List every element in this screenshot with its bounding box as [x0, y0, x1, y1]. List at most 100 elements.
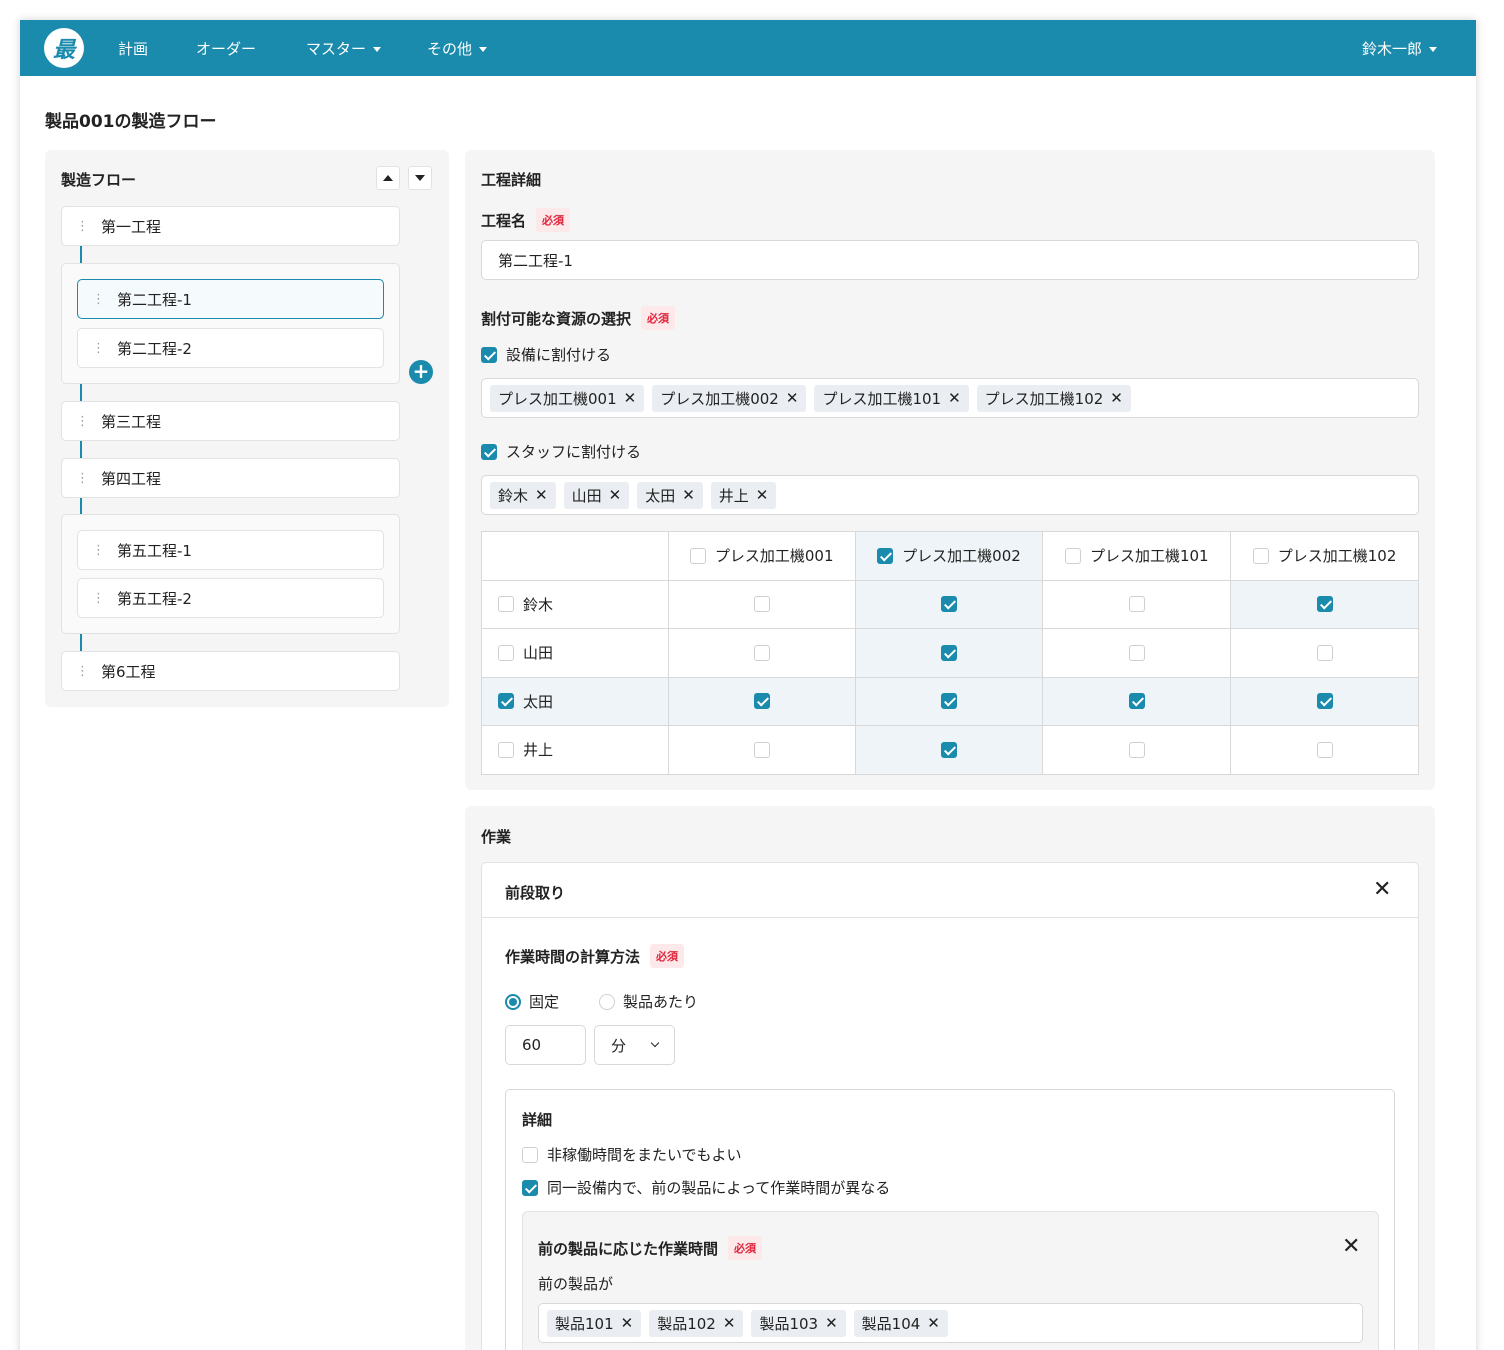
remove-icon[interactable]: ✕ [723, 1314, 736, 1332]
nonworking-checkbox[interactable]: 非稼働時間をまたいでもよい [522, 1144, 742, 1165]
checkbox-checked[interactable] [940, 596, 957, 613]
drag-handle-icon[interactable]: ⋮ [92, 591, 105, 606]
checkbox-checked[interactable] [1128, 693, 1145, 710]
app-logo[interactable]: 最 [44, 28, 84, 68]
staff-multiselect[interactable]: 鈴木 ✕ 山田 ✕ 太田 ✕ 井上 ✕ [481, 475, 1419, 515]
user-menu[interactable]: 鈴木一郎 [1362, 38, 1438, 59]
checkbox-checked[interactable] [940, 741, 957, 758]
drag-handle-icon[interactable]: ⋮ [92, 341, 105, 356]
flow-step[interactable]: ⋮ 第一工程 [61, 206, 400, 246]
matrix-cell[interactable] [854, 628, 1044, 678]
matrix-cell[interactable] [1230, 676, 1419, 726]
matrix-row-header[interactable]: 山田 [481, 628, 669, 678]
remove-icon[interactable]: ✕ [609, 486, 622, 504]
flow-step[interactable]: ⋮ 第五工程-1 [77, 530, 384, 570]
checkbox-checked[interactable] [522, 1179, 538, 1196]
checkbox-unchecked[interactable] [1316, 644, 1333, 661]
matrix-cell[interactable] [1042, 725, 1232, 775]
remove-icon[interactable]: ✕ [1110, 389, 1123, 407]
same-equipment-checkbox[interactable]: 同一設備内で、前の製品によって作業時間が異なる [522, 1177, 890, 1198]
checkbox-checked[interactable] [940, 693, 957, 710]
matrix-row-header[interactable]: 太田 [481, 676, 669, 726]
add-step-button[interactable]: + [409, 360, 433, 384]
matrix-cell[interactable] [854, 676, 1044, 726]
unit-select[interactable]: 分 [594, 1025, 675, 1065]
checkbox-checked[interactable] [877, 547, 894, 564]
checkbox-checked[interactable] [498, 693, 514, 710]
checkbox-checked[interactable] [940, 644, 957, 661]
matrix-col-header[interactable]: プレス加工機101 [1042, 531, 1232, 581]
radio-selected[interactable] [505, 993, 521, 1010]
checkbox-unchecked[interactable] [753, 596, 770, 613]
checkbox-checked[interactable] [753, 693, 770, 710]
nav-item-other[interactable]: その他 [427, 38, 488, 59]
flow-step-selected[interactable]: ⋮ 第二工程-1 [77, 279, 384, 319]
drag-handle-icon[interactable]: ⋮ [76, 664, 89, 679]
checkbox-unchecked[interactable] [1128, 596, 1145, 613]
matrix-cell[interactable] [667, 628, 856, 678]
checkbox-unchecked[interactable] [498, 596, 514, 613]
drag-handle-icon[interactable]: ⋮ [76, 414, 89, 429]
matrix-cell[interactable] [1230, 725, 1419, 775]
checkbox-unchecked[interactable] [753, 644, 770, 661]
matrix-row-header[interactable]: 鈴木 [481, 579, 669, 629]
remove-icon[interactable]: ✕ [825, 1314, 838, 1332]
move-down-button[interactable] [408, 166, 432, 190]
checkbox-unchecked[interactable] [689, 547, 706, 564]
remove-icon[interactable]: ✕ [756, 486, 769, 504]
flow-step[interactable]: ⋮ 第四工程 [61, 458, 400, 498]
remove-icon[interactable]: ✕ [948, 389, 961, 407]
move-up-button[interactable] [376, 166, 400, 190]
nav-item-order[interactable]: オーダー [196, 38, 256, 59]
prev-product-multiselect[interactable]: 製品101 ✕ 製品102 ✕ 製品103 ✕ 製品104 ✕ [538, 1303, 1363, 1343]
remove-icon[interactable]: ✕ [621, 1314, 634, 1332]
checkbox-unchecked[interactable] [1128, 644, 1145, 661]
flow-step[interactable]: ⋮ 第五工程-2 [77, 578, 384, 618]
checkbox-unchecked[interactable] [1316, 741, 1333, 758]
matrix-cell[interactable] [667, 725, 856, 775]
matrix-col-header[interactable]: プレス加工機002 [854, 531, 1044, 581]
remove-icon[interactable]: ✕ [786, 389, 799, 407]
process-name-input[interactable]: 第二工程-1 [481, 240, 1419, 280]
equipment-multiselect[interactable]: プレス加工機001 ✕ プレス加工機002 ✕ プレス加工機101 ✕ プレス加工機1… [481, 378, 1419, 418]
checkbox-unchecked[interactable] [498, 644, 514, 661]
matrix-cell[interactable] [1042, 579, 1232, 629]
checkbox-checked[interactable] [1316, 596, 1333, 613]
matrix-cell[interactable] [854, 579, 1044, 629]
matrix-col-header[interactable]: プレス加工機001 [667, 531, 856, 581]
checkbox-unchecked[interactable] [498, 741, 514, 758]
drag-handle-icon[interactable]: ⋮ [76, 219, 89, 234]
assign-equipment-checkbox[interactable]: 設備に割付ける [481, 344, 611, 365]
drag-handle-icon[interactable]: ⋮ [92, 543, 105, 558]
remove-icon[interactable]: ✕ [927, 1314, 940, 1332]
matrix-cell[interactable] [667, 676, 856, 726]
remove-icon[interactable]: ✕ [624, 389, 637, 407]
time-input[interactable]: 60 [505, 1025, 586, 1065]
matrix-cell[interactable] [667, 579, 856, 629]
matrix-cell[interactable] [1230, 628, 1419, 678]
radio-unselected[interactable] [599, 993, 615, 1010]
checkbox-unchecked[interactable] [522, 1146, 538, 1163]
radio-per-product[interactable]: 製品あたり [599, 991, 698, 1012]
flow-step[interactable]: ⋮ 第6工程 [61, 651, 400, 691]
flow-step[interactable]: ⋮ 第三工程 [61, 401, 400, 441]
checkbox-unchecked[interactable] [1128, 741, 1145, 758]
close-icon[interactable]: ✕ [1342, 1236, 1360, 1258]
flow-step[interactable]: ⋮ 第二工程-2 [77, 328, 384, 368]
checkbox-checked[interactable] [1316, 693, 1333, 710]
checkbox-unchecked[interactable] [753, 741, 770, 758]
checkbox-unchecked[interactable] [1064, 547, 1081, 564]
assign-staff-checkbox[interactable]: スタッフに割付ける [481, 441, 641, 462]
matrix-row-header[interactable]: 井上 [481, 725, 669, 775]
nav-item-master[interactable]: マスター [306, 38, 382, 59]
remove-icon[interactable]: ✕ [535, 486, 548, 504]
matrix-col-header[interactable]: プレス加工機102 [1230, 531, 1419, 581]
checkbox-checked[interactable] [481, 443, 497, 460]
matrix-cell[interactable] [1230, 579, 1419, 629]
drag-handle-icon[interactable]: ⋮ [92, 292, 105, 307]
checkbox-unchecked[interactable] [1252, 547, 1269, 564]
drag-handle-icon[interactable]: ⋮ [76, 471, 89, 486]
remove-icon[interactable]: ✕ [682, 486, 695, 504]
checkbox-checked[interactable] [481, 346, 497, 363]
nav-item-plan[interactable]: 計画 [118, 38, 148, 59]
